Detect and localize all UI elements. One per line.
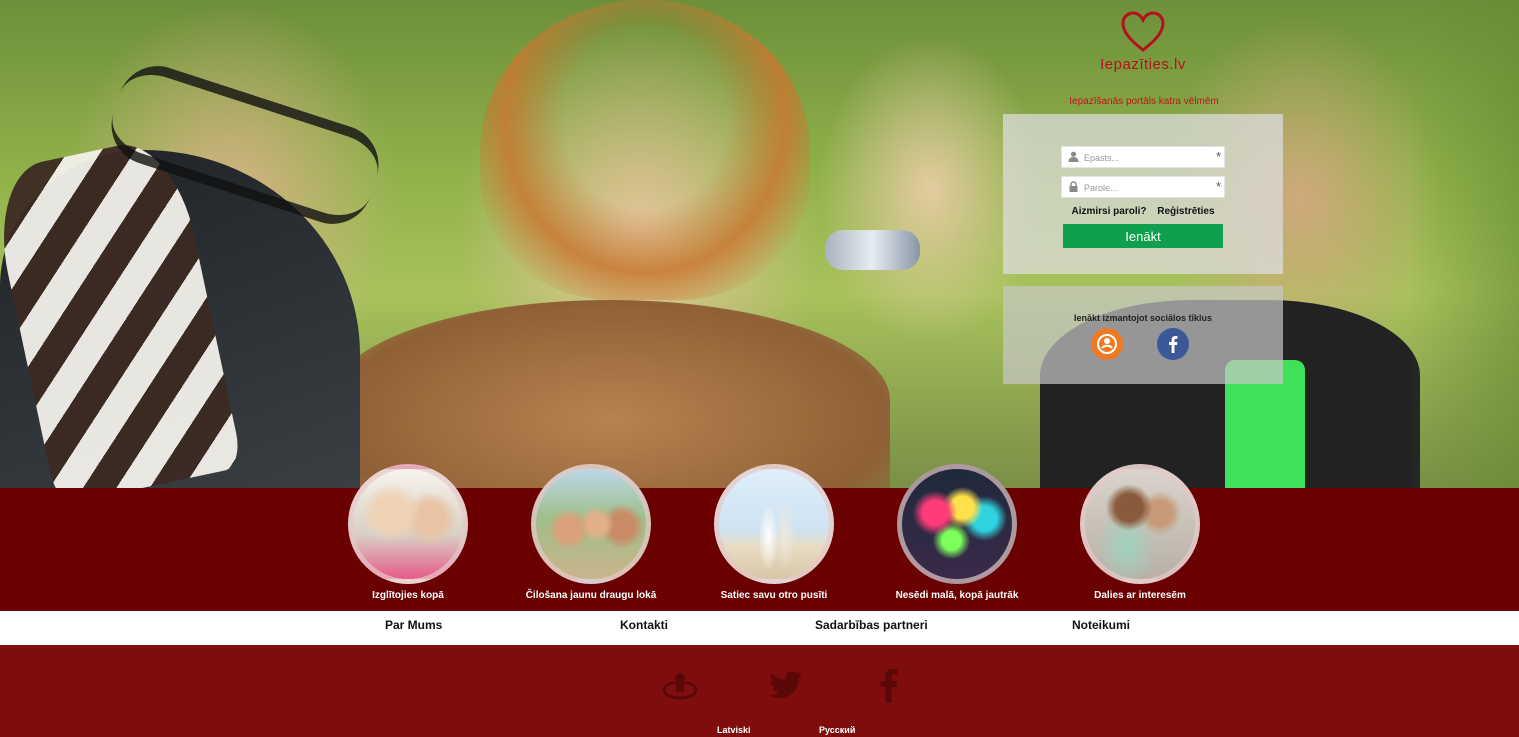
feature-photo xyxy=(714,464,834,584)
brand-name: Iepazīties.lv xyxy=(1100,56,1186,73)
hero-person-hair xyxy=(480,0,810,300)
feature-item[interactable]: Satiec savu otro pusīti xyxy=(694,464,854,601)
password-input[interactable] xyxy=(1084,179,1212,196)
lock-icon xyxy=(1068,181,1080,193)
user-icon xyxy=(1068,151,1080,163)
nav-rules-link[interactable]: Noteikumi xyxy=(1072,618,1130,632)
brand-tagline: Iepazīšanās portāls katra vēlmēm xyxy=(1069,96,1219,107)
heart-logo-icon xyxy=(1121,11,1165,52)
nav-about-link[interactable]: Par Mums xyxy=(385,618,442,632)
feature-label: Satiec savu otro pusīti xyxy=(720,590,828,601)
landing-page: Iepazīties.lv Iepazīšanās portāls katra … xyxy=(0,0,1519,737)
hero-watch xyxy=(825,230,920,270)
register-link[interactable]: Reģistrēties xyxy=(1157,206,1214,217)
draugiem-login-button[interactable] xyxy=(1091,328,1123,360)
facebook-icon xyxy=(880,668,898,703)
password-field[interactable]: * xyxy=(1061,176,1225,198)
social-login-panel: Ienākt izmantojot sociālos tīklus xyxy=(1003,286,1283,384)
draugiem-icon xyxy=(1097,334,1117,354)
feature-item[interactable]: Izglītojies kopā xyxy=(328,464,488,601)
email-input[interactable] xyxy=(1084,149,1212,166)
footer-draugiem-link[interactable] xyxy=(662,667,698,703)
features-band: Izglītojies kopā Čilošana jaunu draugu l… xyxy=(0,464,1519,611)
feature-photo xyxy=(897,464,1017,584)
feature-label: Nesēdi malā, kopā jautrāk xyxy=(895,590,1019,601)
feature-photo xyxy=(531,464,651,584)
footer-twitter-link[interactable] xyxy=(768,667,804,703)
draugiem-icon xyxy=(662,673,698,700)
required-asterisk: * xyxy=(1215,149,1221,164)
login-button[interactable]: Ienākt xyxy=(1063,224,1223,248)
feature-label: Dalies ar interesēm xyxy=(1094,590,1186,601)
feature-photo xyxy=(1080,464,1200,584)
login-links: Aizmirsi paroli? Reģistrēties xyxy=(1003,206,1283,217)
facebook-icon xyxy=(1169,336,1178,353)
feature-item[interactable]: Dalies ar interesēm xyxy=(1060,464,1220,601)
feature-label: Izglītojies kopā xyxy=(372,590,444,601)
required-asterisk: * xyxy=(1215,179,1221,194)
brand-logo[interactable]: Iepazīties.lv xyxy=(1093,10,1193,73)
language-latvian-link[interactable]: Latviski xyxy=(717,725,751,735)
login-panel: * * Aizmirsi paroli? Reģistrēties Ienākt xyxy=(1003,114,1283,274)
twitter-icon xyxy=(769,671,802,699)
feature-item[interactable]: Nesēdi malā, kopā jautrāk xyxy=(877,464,1037,601)
facebook-login-button[interactable] xyxy=(1157,328,1189,360)
hero-fur-coat xyxy=(330,300,890,488)
page-footer: Latviski Русский xyxy=(0,645,1519,737)
nav-contacts-link[interactable]: Kontakti xyxy=(620,618,668,632)
footer-facebook-link[interactable] xyxy=(870,667,906,703)
nav-partners-link[interactable]: Sadarbības partneri xyxy=(815,618,928,632)
footer-nav: Par Mums Kontakti Sadarbības partneri No… xyxy=(0,611,1519,645)
feature-label: Čilošana jaunu draugu lokā xyxy=(525,590,657,601)
feature-item[interactable]: Čilošana jaunu draugu lokā xyxy=(511,464,671,601)
feature-photo xyxy=(348,464,468,584)
forgot-password-link[interactable]: Aizmirsi paroli? xyxy=(1071,206,1146,217)
hero-edge-fade xyxy=(1409,0,1519,488)
social-login-title: Ienākt izmantojot sociālos tīklus xyxy=(1073,313,1213,323)
language-russian-link[interactable]: Русский xyxy=(819,725,855,735)
hero-photo xyxy=(0,0,1519,488)
email-field[interactable]: * xyxy=(1061,146,1225,168)
